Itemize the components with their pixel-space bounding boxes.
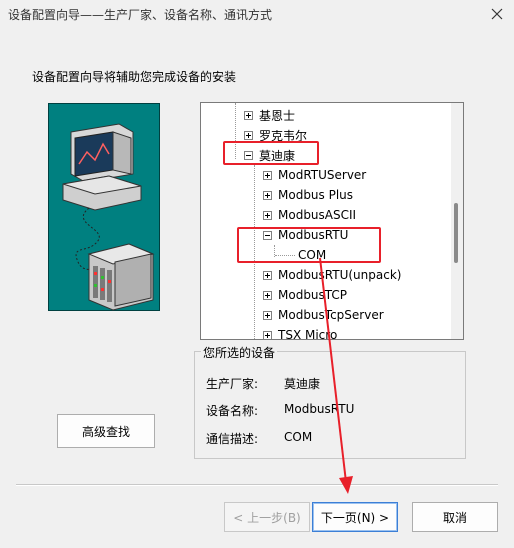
advanced-search-button[interactable]: 高级查找 (57, 414, 155, 448)
tree-scroll-thumb[interactable] (454, 203, 458, 263)
expand-icon[interactable] (244, 130, 253, 140)
tree-node-modbustcp[interactable]: ModbusTCP (263, 285, 347, 305)
manufacturer-value: 莫迪康 (284, 377, 321, 391)
footer-separator (16, 484, 498, 486)
expand-icon[interactable] (263, 310, 272, 320)
expand-icon[interactable] (263, 190, 272, 200)
tree-node-modbusascii[interactable]: ModbusASCII (263, 205, 356, 225)
manufacturer-label: 生产厂家: (206, 377, 259, 391)
next-button[interactable]: 下一页(N) > (312, 502, 398, 532)
expand-icon[interactable] (263, 210, 272, 220)
device-tree-content: 基恩士 罗克韦尔 莫迪康 ModRTUServer Modbus Plus Mo… (201, 103, 451, 340)
expand-icon[interactable] (263, 170, 272, 180)
tree-node-modrtuserver[interactable]: ModRTUServer (263, 165, 366, 185)
tree-node-label: 基恩士 (259, 108, 296, 123)
cancel-button[interactable]: 取消 (412, 502, 498, 532)
intro-text: 设备配置向导将辅助您完成设备的安装 (32, 70, 237, 84)
expand-icon[interactable] (263, 290, 272, 300)
tree-node-label: ModbusTCP (278, 288, 348, 302)
tree-node-label: TSX Micro (278, 328, 338, 340)
tree-node-label: ModbusASCII (278, 208, 357, 222)
window-title: 设备配置向导——生产厂家、设备名称、通讯方式 (8, 8, 273, 22)
tree-node-modbus-plus[interactable]: Modbus Plus (263, 185, 353, 205)
tree-node-label: ModRTUServer (278, 168, 367, 182)
tree-node-modbusrtu-unpack[interactable]: ModbusRTU(unpack) (263, 265, 401, 285)
tree-node-label: ModbusTcpServer (278, 308, 384, 322)
device-name-label: 设备名称: (206, 404, 259, 418)
annotation-box-modicon (223, 141, 319, 165)
wizard-illustration (48, 103, 160, 311)
computer-plc-illustration (62, 123, 155, 311)
device-tree[interactable]: 基恩士 罗克韦尔 莫迪康 ModRTUServer Modbus Plus Mo… (200, 102, 464, 340)
tree-node-label: ModbusRTU(unpack) (278, 268, 402, 282)
close-icon (491, 8, 503, 20)
tree-node-modbustcpserver[interactable]: ModbusTcpServer (263, 305, 384, 325)
back-button[interactable]: < 上一步(B) (224, 502, 310, 532)
annotation-box-modbusrtu (237, 227, 381, 263)
expand-icon[interactable] (244, 110, 253, 120)
device-name-value: ModbusRTU (284, 402, 355, 416)
expand-icon[interactable] (263, 270, 272, 280)
comm-value: COM (284, 430, 313, 444)
tree-node-tsx-micro[interactable]: TSX Micro (263, 325, 338, 340)
tree-node-keyence[interactable]: 基恩士 (244, 105, 295, 125)
close-button[interactable] (484, 2, 510, 26)
expand-icon[interactable] (263, 330, 272, 339)
tree-node-label: Modbus Plus (278, 188, 354, 202)
comm-label: 通信描述: (206, 432, 259, 446)
selected-device-group-title: 您所选的设备 (201, 344, 278, 361)
tree-scrollbar[interactable] (451, 103, 463, 339)
